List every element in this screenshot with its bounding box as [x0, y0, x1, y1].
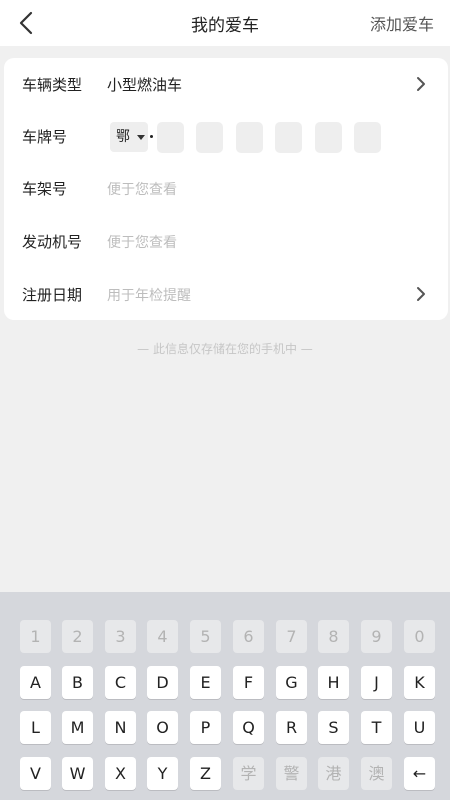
vehicle-form-card: 车辆类型 小型燃油车 车牌号 鄂 车架号 便于您查看 发动机号 便于您查看 注册… — [4, 58, 448, 320]
key-d[interactable]: D — [147, 666, 178, 699]
key-f[interactable]: F — [233, 666, 264, 699]
plate-row: 车牌号 — [4, 110, 448, 162]
key-y[interactable]: Y — [147, 757, 178, 790]
key-m[interactable]: M — [62, 711, 93, 744]
key-ao: 澳 — [361, 757, 392, 790]
key-r[interactable]: R — [276, 711, 307, 744]
key-o[interactable]: O — [147, 711, 178, 744]
plate-label: 车牌号 — [22, 128, 68, 146]
add-car-button[interactable]: 添加爱车 — [370, 11, 434, 35]
plate-keyboard: 1 2 3 4 5 6 7 8 9 0 A B C D E F G H J K … — [0, 592, 450, 800]
key-jing: 警 — [276, 757, 307, 790]
key-8: 8 — [318, 620, 349, 653]
vehicle-type-label: 车辆类型 — [22, 76, 83, 94]
caret-down-icon — [137, 135, 145, 140]
privacy-note: — 此信息仅存储在您的手机中 — — [137, 342, 313, 356]
key-s[interactable]: S — [318, 711, 349, 744]
key-0: 0 — [404, 620, 435, 653]
key-w[interactable]: W — [62, 757, 93, 790]
plate-char-box-4[interactable] — [275, 122, 302, 153]
key-j[interactable]: J — [361, 666, 392, 699]
register-date-label: 注册日期 — [22, 286, 83, 304]
key-l[interactable]: L — [20, 711, 51, 744]
chevron-right-icon — [414, 284, 428, 304]
plate-separator-dot — [150, 135, 153, 138]
key-q[interactable]: Q — [233, 711, 264, 744]
plate-char-box-5[interactable] — [315, 122, 342, 153]
key-6: 6 — [233, 620, 264, 653]
key-2: 2 — [62, 620, 93, 653]
key-3: 3 — [105, 620, 136, 653]
vehicle-type-row[interactable]: 车辆类型 小型燃油车 — [4, 58, 448, 110]
plate-char-box-1[interactable] — [157, 122, 184, 153]
key-c[interactable]: C — [105, 666, 136, 699]
register-date-row[interactable]: 注册日期 用于年检提醒 — [4, 268, 448, 320]
key-e[interactable]: E — [190, 666, 221, 699]
key-4: 4 — [147, 620, 178, 653]
vehicle-type-value: 小型燃油车 — [107, 76, 183, 94]
engine-number-row[interactable]: 发动机号 便于您查看 — [4, 215, 448, 267]
key-z[interactable]: Z — [190, 757, 221, 790]
key-x[interactable]: X — [105, 757, 136, 790]
plate-char-box-3[interactable] — [236, 122, 263, 153]
engine-number-input[interactable]: 便于您查看 — [107, 232, 177, 252]
frame-number-row[interactable]: 车架号 便于您查看 — [4, 162, 448, 214]
chevron-right-icon — [414, 74, 428, 94]
top-bar: 我的爱车 添加爱车 — [0, 0, 450, 46]
key-7: 7 — [276, 620, 307, 653]
key-h[interactable]: H — [318, 666, 349, 699]
key-xue: 学 — [233, 757, 264, 790]
province-value: 鄂 — [116, 129, 130, 145]
backspace-key[interactable]: ← — [404, 757, 435, 790]
key-9: 9 — [361, 620, 392, 653]
key-5: 5 — [190, 620, 221, 653]
frame-number-input[interactable]: 便于您查看 — [107, 179, 177, 199]
key-a[interactable]: A — [20, 666, 51, 699]
key-t[interactable]: T — [361, 711, 392, 744]
plate-char-box-2[interactable] — [196, 122, 223, 153]
plate-char-box-6[interactable] — [354, 122, 381, 153]
key-1: 1 — [20, 620, 51, 653]
key-u[interactable]: U — [404, 711, 435, 744]
frame-number-label: 车架号 — [22, 180, 68, 198]
key-v[interactable]: V — [20, 757, 51, 790]
key-n[interactable]: N — [105, 711, 136, 744]
key-k[interactable]: K — [404, 666, 435, 699]
key-p[interactable]: P — [190, 711, 221, 744]
key-gang: 港 — [318, 757, 349, 790]
key-b[interactable]: B — [62, 666, 93, 699]
engine-number-label: 发动机号 — [22, 233, 83, 251]
key-g[interactable]: G — [276, 666, 307, 699]
register-date-input[interactable]: 用于年检提醒 — [107, 285, 191, 305]
province-selector[interactable]: 鄂 — [110, 122, 148, 152]
